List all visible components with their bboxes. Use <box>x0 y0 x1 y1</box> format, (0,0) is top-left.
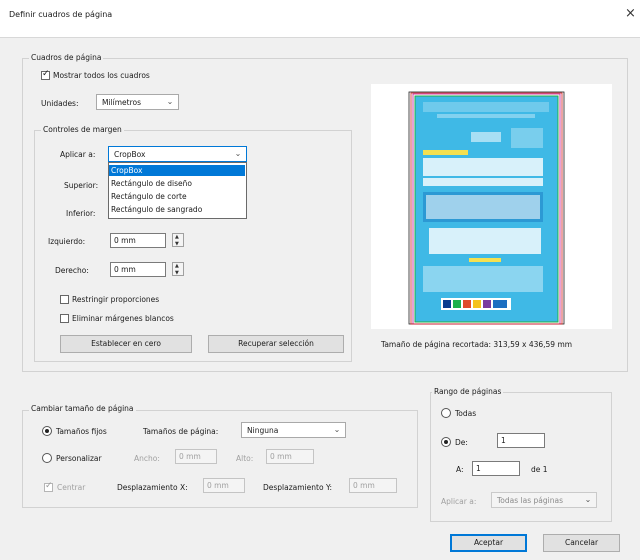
offset-y-input[interactable]: 0 mm <box>349 478 397 493</box>
left-margin-value: 0 mm <box>114 236 136 245</box>
page-sizes-value: Ninguna <box>247 426 279 435</box>
from-page-label[interactable]: De: <box>455 438 468 447</box>
height-value: 0 mm <box>270 452 292 461</box>
offset-x-value: 0 mm <box>207 481 229 490</box>
chevron-down-icon: ⌄ <box>333 425 341 434</box>
width-input[interactable]: 0 mm <box>175 449 217 464</box>
units-value: Milímetros <box>102 98 141 107</box>
window-title: Definir cuadros de página <box>9 10 113 19</box>
apply-to-select[interactable]: CropBox ⌄ <box>108 146 247 162</box>
chevron-down-icon: ⌄ <box>166 97 174 106</box>
height-label: Alto: <box>236 454 254 463</box>
height-input[interactable]: 0 mm <box>266 449 314 464</box>
units-label: Unidades: <box>41 99 79 108</box>
offset-y-label: Desplazamiento Y: <box>263 483 333 492</box>
show-all-boxes-checkbox[interactable] <box>41 69 50 80</box>
center-checkbox[interactable] <box>44 481 53 492</box>
dropdown-option-design[interactable]: Rectángulo de diseño <box>109 178 245 189</box>
apply-to-value: CropBox <box>114 150 146 159</box>
right-margin-input[interactable]: 0 mm <box>110 262 166 277</box>
cropped-page-size-caption: Tamaño de página recortada: 313,59 x 436… <box>381 340 573 349</box>
change-page-size-legend: Cambiar tamaño de página <box>29 404 136 413</box>
dropdown-option-bleed[interactable]: Rectángulo de sangrado <box>109 204 245 215</box>
dropdown-option-cropbox[interactable]: CropBox <box>109 165 245 176</box>
page-sizes-select[interactable]: Ninguna ⌄ <box>241 422 346 438</box>
from-page-value: 1 <box>501 436 506 445</box>
chevron-down-icon: ⌄ <box>234 149 242 158</box>
to-page-input[interactable]: 1 <box>472 461 520 476</box>
from-page-radio[interactable] <box>441 437 451 447</box>
preview-thumbnail <box>408 91 565 325</box>
page-sizes-label: Tamaños de página: <box>143 427 219 436</box>
units-select[interactable]: Milímetros ⌄ <box>96 94 179 110</box>
page-count-label: de 1 <box>531 465 548 474</box>
left-label: Izquierdo: <box>48 237 86 246</box>
offset-x-input[interactable]: 0 mm <box>203 478 245 493</box>
apply-range-select[interactable]: Todas las páginas ⌄ <box>491 492 597 508</box>
ok-button[interactable]: Aceptar <box>450 534 527 552</box>
apply-to-dropdown-list: CropBox Rectángulo de diseño Rectángulo … <box>108 162 247 219</box>
remove-white-margins-label[interactable]: Eliminar márgenes blancos <box>72 314 174 323</box>
width-label: Ancho: <box>134 454 160 463</box>
apply-to-label: Aplicar a: <box>60 150 96 159</box>
width-value: 0 mm <box>179 452 201 461</box>
apply-range-value: Todas las páginas <box>497 496 563 505</box>
right-margin-spinner[interactable]: ▲ ▼ <box>172 262 184 276</box>
cancel-button[interactable]: Cancelar <box>543 534 620 552</box>
remove-white-margins-checkbox[interactable] <box>60 314 69 323</box>
page-boxes-legend: Cuadros de página <box>29 53 104 62</box>
to-page-label: A: <box>456 465 464 474</box>
fixed-sizes-label[interactable]: Tamaños fijos <box>56 427 107 436</box>
chevron-down-icon: ⌄ <box>584 495 592 504</box>
offset-y-value: 0 mm <box>353 481 375 490</box>
right-label: Derecho: <box>55 266 89 275</box>
custom-size-label[interactable]: Personalizar <box>56 454 102 463</box>
offset-x-label: Desplazamiento X: <box>117 483 188 492</box>
custom-size-radio[interactable] <box>42 453 52 463</box>
close-icon[interactable]: × <box>625 6 636 21</box>
constrain-proportions-checkbox[interactable] <box>60 295 69 304</box>
show-all-boxes-label[interactable]: Mostrar todos los cuadros <box>53 71 150 80</box>
dropdown-option-trim[interactable]: Rectángulo de corte <box>109 191 245 202</box>
all-pages-radio[interactable] <box>441 408 451 418</box>
bottom-label: Inferior: <box>66 209 96 218</box>
right-margin-value: 0 mm <box>114 265 136 274</box>
fixed-sizes-radio[interactable] <box>42 426 52 436</box>
revert-selection-button[interactable]: Recuperar selección <box>208 335 344 353</box>
page-range-legend: Rango de páginas <box>432 387 504 396</box>
top-label: Superior: <box>64 181 99 190</box>
set-to-zero-button[interactable]: Establecer en cero <box>60 335 192 353</box>
title-bar <box>0 0 640 38</box>
apply-range-label: Aplicar a: <box>441 497 477 506</box>
left-margin-input[interactable]: 0 mm <box>110 233 166 248</box>
all-pages-label[interactable]: Todas <box>455 409 476 418</box>
center-label[interactable]: Centrar <box>57 483 85 492</box>
margin-controls-legend: Controles de margen <box>41 125 124 134</box>
left-margin-spinner[interactable]: ▲ ▼ <box>172 233 184 247</box>
constrain-proportions-label[interactable]: Restringir proporciones <box>72 295 159 304</box>
to-page-value: 1 <box>476 464 481 473</box>
from-page-input[interactable]: 1 <box>497 433 545 448</box>
